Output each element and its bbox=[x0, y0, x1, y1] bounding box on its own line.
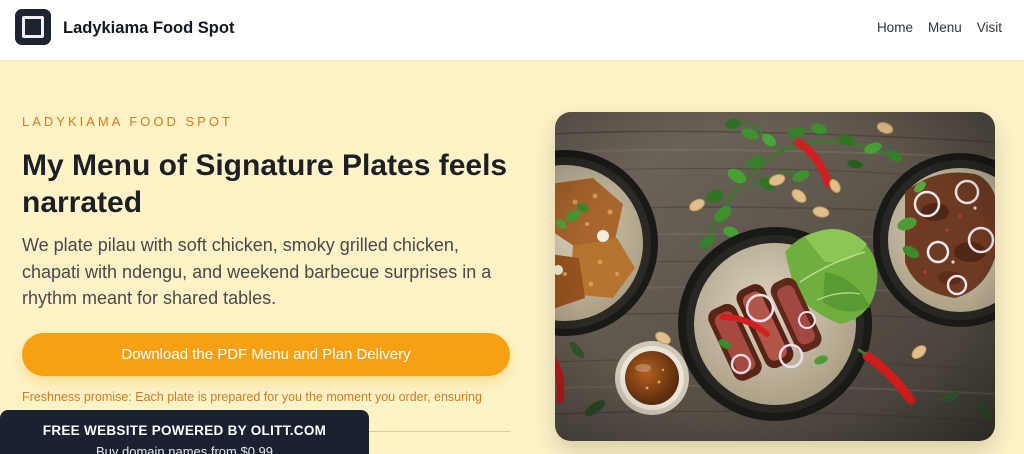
download-menu-button[interactable]: Download the PDF Menu and Plan Delivery bbox=[22, 333, 510, 376]
freshness-note: Freshness promise: Each plate is prepare… bbox=[22, 390, 482, 404]
nav-link-menu[interactable]: Menu bbox=[928, 19, 962, 37]
square-logo-icon bbox=[15, 9, 51, 45]
promo-banner[interactable]: FREE WEBSITE POWERED BY OLITT.COM Buy do… bbox=[0, 410, 369, 454]
main-nav: Home Menu Visit bbox=[877, 19, 1002, 37]
hero-food-photo bbox=[555, 112, 995, 441]
hero-section: LADYKIAMA FOOD SPOT My Menu of Signature… bbox=[0, 60, 1024, 454]
hero-description: We plate pilau with soft chicken, smoky … bbox=[22, 235, 492, 308]
promo-subtitle: Buy domain names from $0.99 bbox=[95, 444, 274, 454]
brand-name: Ladykiama Food Spot bbox=[63, 19, 235, 37]
site-header: Ladykiama Food Spot Home Menu Visit bbox=[0, 0, 1024, 60]
nav-link-visit[interactable]: Visit bbox=[977, 19, 1002, 37]
food-photo-illustration bbox=[555, 112, 995, 441]
logo-frame bbox=[22, 16, 44, 38]
page-title: My Menu of Signature Plates feels narrat… bbox=[22, 149, 508, 219]
hero-eyebrow: LADYKIAMA FOOD SPOT bbox=[22, 114, 233, 129]
photo-vignette bbox=[555, 112, 995, 441]
promo-title: FREE WEBSITE POWERED BY OLITT.COM bbox=[42, 423, 327, 438]
brand-link[interactable]: Ladykiama Food Spot bbox=[0, 0, 260, 60]
nav-link-home[interactable]: Home bbox=[877, 19, 913, 37]
